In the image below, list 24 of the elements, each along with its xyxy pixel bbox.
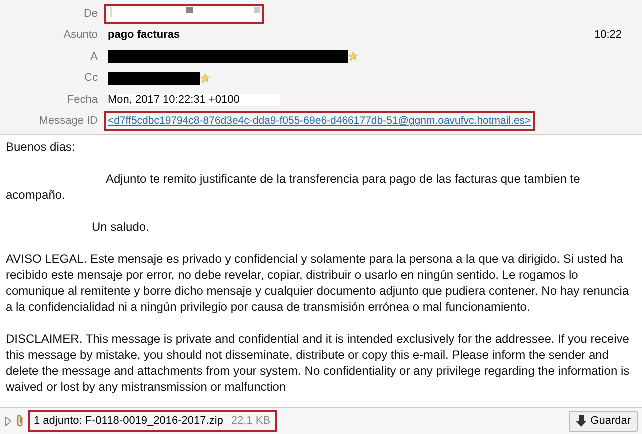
body-paragraph: AVISO LEGAL. Este mensaje es privado y confidencial y solamente para la persona a la que va dirigido. Si usted ha recibido este mensaje por error, no debe revelar, copiar, distribuir o usarlo en ningún sentido. Le rogamos lo comunique al remitente y borre dicho mensaje y cualquier documento adjunto que pudiera contener. No hay renuncia a la confidencialidad ni a ningún privilegio por causa de transmisión errónea o mal funcionamiento. bbox=[6, 251, 630, 315]
field-label: Message ID bbox=[38, 115, 98, 128]
star-icon[interactable] bbox=[200, 72, 211, 84]
body-paragraph: Adjunto te remito justificante de la transferencia para pago de las facturas que tambien te acompaño. bbox=[6, 171, 582, 203]
star-icon[interactable] bbox=[348, 51, 359, 62]
body-paragraph: Buenos dias: bbox=[6, 139, 76, 155]
body-paragraph: DISCLAIMER. This message is private and confidential and it is intended exclusively for the addressee. If you receive this message by mistake, you should not disseminate, distribute or copy this e-mail. Please inform the sender and delete the message and attachments from your system. No confidentiality or any privilege regarding the information is waived or lost by any mistransmission or malfunction bbox=[6, 331, 630, 395]
attachment-item[interactable]: 1 adjunto: F-0118-0019_2016-2017.zip 22,1 KB bbox=[28, 410, 277, 432]
field-label: De bbox=[82, 8, 98, 20]
time-text: 10:22 bbox=[594, 29, 622, 42]
paperclip-icon bbox=[15, 414, 25, 428]
download-arrow-icon bbox=[576, 415, 587, 427]
message-id-link[interactable]: <d7ff5cdbc19794c8-876d3e4c-dda9-f055-69e6-d466177db-51@ggnm.oavufvc.hotmail.es> bbox=[108, 115, 532, 128]
attachment-name: 1 adjunto: F-0118-0019_2016-2017.zip bbox=[34, 415, 224, 427]
date-text: Mon, 2017 10:22:31 +0100 bbox=[108, 94, 280, 106]
body-paragraph: Un saludo. bbox=[91, 219, 150, 235]
subject-text: pago facturas bbox=[108, 29, 180, 42]
attachment-size: 22,1 KB bbox=[231, 415, 271, 427]
field-label: Fecha bbox=[66, 94, 98, 106]
field-label: A bbox=[90, 50, 98, 63]
field-label: Asunto bbox=[62, 29, 98, 42]
field-label: Cc bbox=[84, 72, 98, 84]
save-button[interactable]: Guardar bbox=[568, 410, 638, 432]
expand-icon[interactable] bbox=[4, 416, 12, 426]
